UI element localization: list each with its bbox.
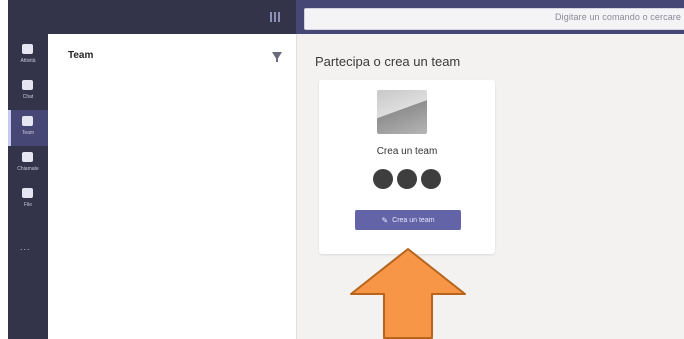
- phone-icon: [22, 152, 33, 162]
- annotation-arrow-shape: [350, 248, 466, 339]
- app-grid-icon[interactable]: [270, 12, 282, 22]
- rail-label: Chiamate: [17, 166, 39, 172]
- more-apps-button[interactable]: ...: [20, 242, 31, 252]
- search-input[interactable]: Digitare un comando o cercare: [304, 8, 684, 30]
- rail-label: Chat: [22, 94, 34, 100]
- create-team-button[interactable]: ✎ Crea un team: [355, 210, 461, 230]
- teams-window: Digitare un comando o cercare Attività C…: [8, 0, 684, 339]
- app-rail: Attività Chat Team Chiamate File ...: [8, 34, 48, 339]
- avatar: [421, 169, 441, 189]
- rail-label: File: [23, 202, 33, 208]
- card-label: Crea un team: [376, 146, 438, 157]
- rail-label: Attività: [20, 58, 36, 64]
- annotation-arrow: [350, 248, 466, 339]
- teams-icon: [22, 116, 33, 126]
- avatar-group: [373, 169, 443, 189]
- filter-icon[interactable]: [272, 52, 282, 62]
- avatar: [373, 169, 393, 189]
- chat-icon: [22, 80, 33, 90]
- team-image: [377, 90, 427, 134]
- rail-item-calls[interactable]: Chiamate: [8, 146, 48, 182]
- top-bar-left: [8, 0, 296, 34]
- rail-item-activity[interactable]: Attività: [8, 38, 48, 74]
- avatar: [397, 169, 417, 189]
- file-icon: [22, 188, 33, 198]
- page-title: Partecipa o crea un team: [315, 54, 461, 69]
- bell-icon: [22, 44, 33, 54]
- create-team-button-label: Crea un team: [392, 216, 435, 224]
- rail-item-teams[interactable]: Team: [8, 110, 48, 146]
- teams-panel-title: Team: [68, 50, 94, 61]
- rail-label: Team: [21, 130, 35, 136]
- rail-item-chat[interactable]: Chat: [8, 74, 48, 110]
- rail-item-files[interactable]: File: [8, 182, 48, 218]
- top-bar: Digitare un comando o cercare: [8, 0, 684, 34]
- search-placeholder: Digitare un comando o cercare: [555, 12, 681, 22]
- create-team-card: Crea un team ✎ Crea un team: [319, 80, 495, 254]
- teams-list-panel: Team: [48, 34, 297, 339]
- pencil-icon: ✎: [381, 215, 389, 225]
